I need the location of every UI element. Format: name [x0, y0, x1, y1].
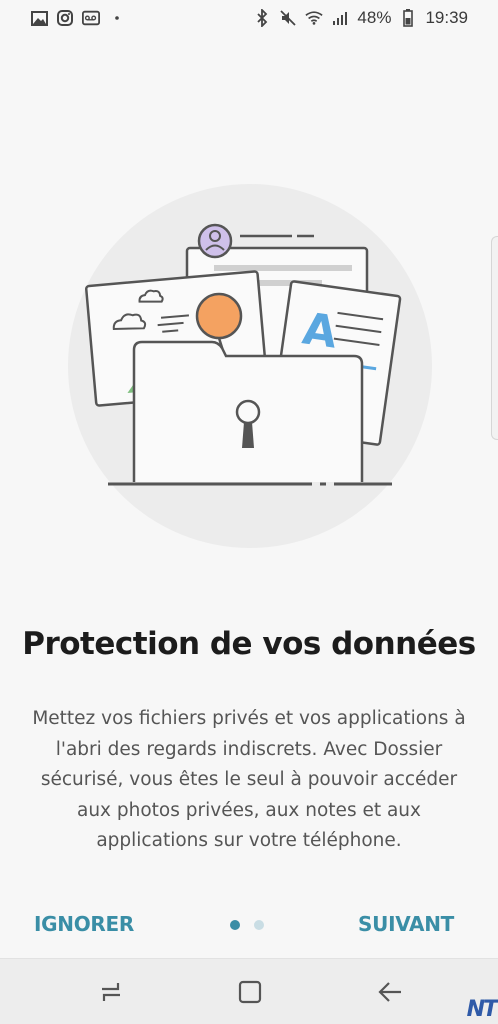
page-description: Mettez vos fichiers privés et vos applic… [32, 708, 466, 851]
home-icon[interactable] [235, 977, 265, 1007]
bluetooth-icon [253, 9, 271, 27]
secure-folder-illustration: A [62, 178, 438, 554]
next-button[interactable]: SUIVANT [358, 912, 454, 936]
page-title: Protection de vos données [22, 626, 476, 662]
page-indicator [230, 920, 264, 930]
wifi-icon [305, 9, 324, 27]
instagram-icon [56, 9, 74, 27]
recent-apps-icon[interactable] [96, 977, 126, 1007]
edge-panel-handle[interactable] [491, 236, 498, 440]
page-dot-active [230, 920, 240, 930]
watermark-logo: NT [466, 997, 498, 1022]
back-icon[interactable] [375, 977, 405, 1007]
signal-icon [331, 9, 349, 27]
battery-icon [399, 9, 417, 27]
voicemail-icon [82, 9, 100, 27]
clock: 19:39 [425, 8, 468, 27]
page-dot-inactive [254, 920, 264, 930]
battery-percent: 48% [357, 8, 392, 27]
svg-text:A: A [299, 303, 340, 358]
image-icon [30, 9, 48, 27]
status-right-icons: 48% 19:39 [253, 8, 468, 28]
onboarding-actions: IGNORER SUIVANT [0, 900, 498, 950]
status-left-icons [30, 9, 126, 27]
navigation-bar [0, 958, 498, 1024]
mute-icon [279, 9, 297, 27]
ignore-button[interactable]: IGNORER [34, 912, 134, 936]
dot-icon [108, 9, 126, 27]
status-bar: 48% 19:39 [0, 0, 498, 36]
